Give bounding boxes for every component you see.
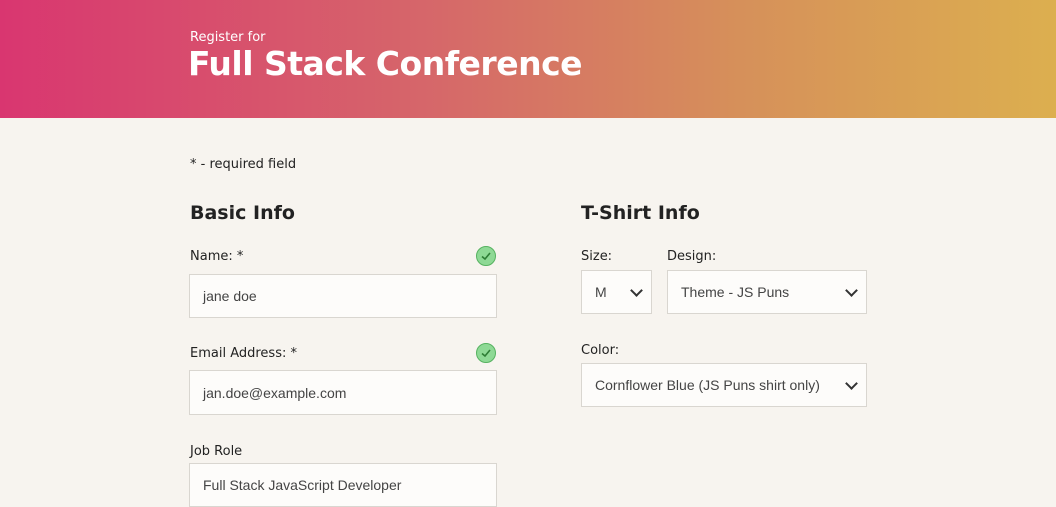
email-field-value: jan.doe@example.com <box>203 384 347 401</box>
chevron-down-icon <box>845 283 858 297</box>
chevron-down-icon <box>630 283 643 297</box>
size-value: M <box>595 284 607 300</box>
job-role-select[interactable]: Full Stack JavaScript Developer <box>189 463 497 507</box>
basic-info-title: Basic Info <box>190 202 295 224</box>
design-value: Theme - JS Puns <box>681 284 790 300</box>
page-header: Register for Full Stack Conference <box>0 0 1056 118</box>
job-role-label: Job Role <box>190 444 243 459</box>
size-select[interactable]: M <box>581 270 652 314</box>
check-circle-icon <box>476 343 496 363</box>
required-field-note: * - required field <box>190 157 297 172</box>
chevron-down-icon <box>845 376 858 390</box>
email-label: Email Address: * <box>190 346 297 361</box>
color-label: Color: <box>581 343 620 358</box>
header-pre-title: Register for <box>190 30 266 45</box>
check-circle-icon <box>476 246 496 266</box>
color-value: Cornflower Blue (JS Puns shirt only) <box>595 377 820 393</box>
name-field-value: jane doe <box>203 288 257 304</box>
name-label: Name: * <box>190 249 244 264</box>
page-title: Full Stack Conference <box>188 44 583 83</box>
design-label: Design: <box>667 249 717 264</box>
size-label: Size: <box>581 249 613 264</box>
name-field[interactable]: jane doe <box>189 274 497 318</box>
design-select[interactable]: Theme - JS Puns <box>667 270 867 314</box>
color-select[interactable]: Cornflower Blue (JS Puns shirt only) <box>581 363 867 407</box>
email-field[interactable]: jan.doe@example.com <box>189 370 497 415</box>
tshirt-info-title: T-Shirt Info <box>581 202 700 224</box>
job-role-value: Full Stack JavaScript Developer <box>203 477 402 493</box>
